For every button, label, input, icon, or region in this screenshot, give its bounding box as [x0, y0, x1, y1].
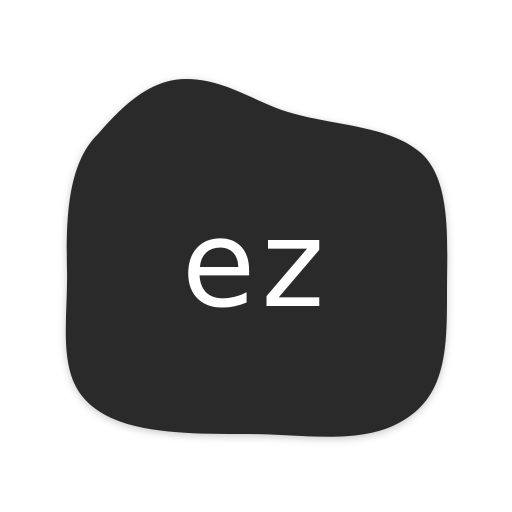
app-icon-canvas: ez	[0, 0, 512, 512]
logo-wordmark: ez	[182, 196, 331, 335]
logo-text: ez	[182, 196, 331, 335]
